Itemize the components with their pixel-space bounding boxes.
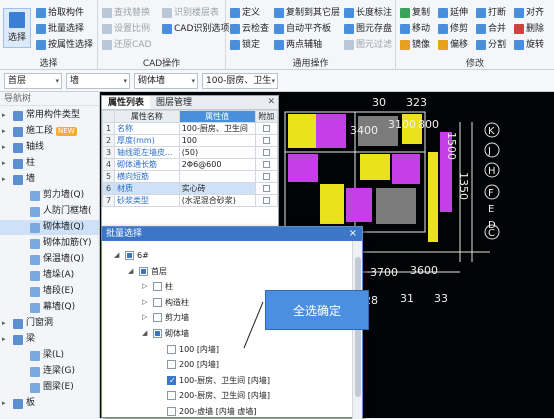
leader-line [243, 301, 264, 349]
callout-leader [243, 301, 264, 349]
select-all-confirm-callout: 全选确定 [265, 290, 369, 330]
